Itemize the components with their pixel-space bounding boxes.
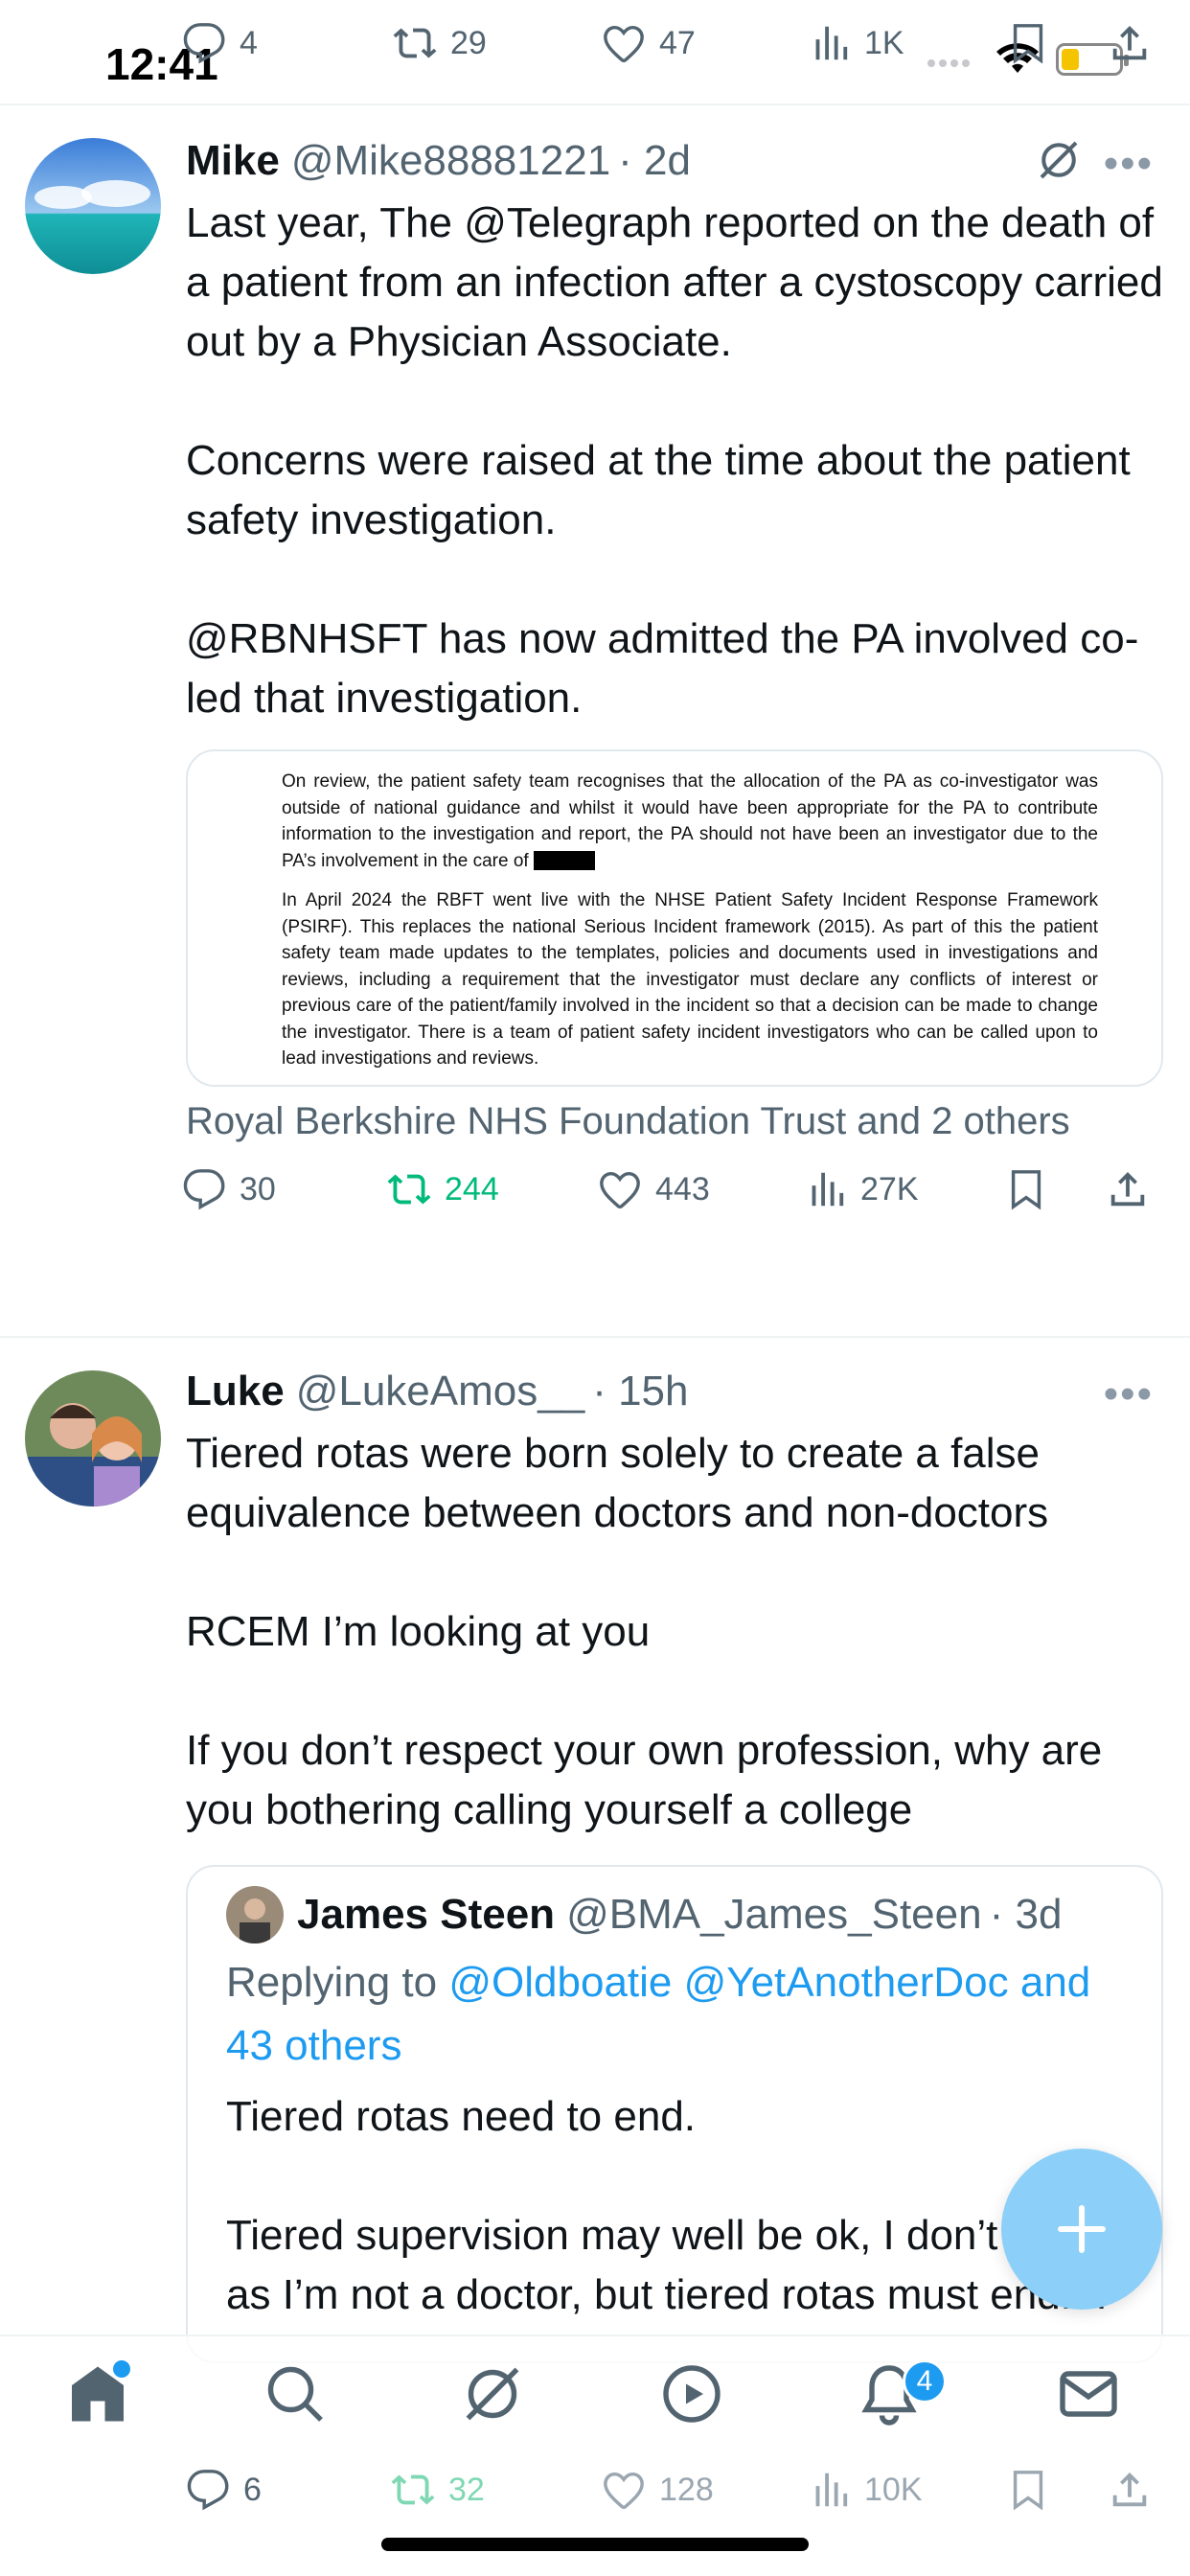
reply-button[interactable]: 30 [182,1167,276,1211]
timestamp[interactable]: · 2d [618,137,691,185]
reply-count: 4 [240,24,258,61]
views-button[interactable]: 1K [807,21,904,65]
like-count: 443 [655,1170,710,1208]
like-count: 128 [659,2471,714,2508]
like-count: 47 [659,24,696,61]
compose-button[interactable] [1001,2149,1162,2310]
home-indicator[interactable] [381,2538,809,2551]
tab-messages[interactable] [1050,2356,1127,2432]
display-name[interactable]: Luke [186,1368,285,1415]
share-button[interactable] [1108,21,1152,65]
bookmark-icon [1013,2471,1043,2511]
repost-count: 29 [450,24,487,61]
repost-icon [387,1174,431,1205]
reply-button[interactable]: 4 [182,21,258,65]
repost-button[interactable]: 244 [387,1167,499,1211]
repost-count: 32 [448,2471,485,2508]
tweet-actions: 6 32 128 10K [182,2468,1169,2525]
views-button[interactable]: 27K [803,1167,919,1211]
bookmark-icon [1013,24,1043,64]
handle[interactable]: @Mike88881221 [291,137,610,185]
reply-icon [183,23,225,64]
avatar[interactable] [25,1370,161,1506]
heart-icon [600,1171,640,1209]
more-options-button[interactable]: ••• [1104,140,1154,188]
tab-video[interactable] [653,2356,730,2432]
document-paragraph: On review, the patient safety team recog… [282,771,1098,871]
grok-icon[interactable] [1033,134,1085,186]
repost-button[interactable]: 32 [391,2468,485,2512]
tagged-accounts[interactable]: Royal Berkshire NHS Foundation Trust and… [186,1100,1163,1143]
share-button[interactable] [1106,1167,1150,1211]
bookmark-button[interactable] [1006,21,1050,65]
bookmark-button[interactable] [1004,1167,1048,1211]
tab-bar [0,2334,1190,2469]
bookmark-button[interactable] [1006,2468,1050,2512]
repost-icon [393,28,437,58]
reply-icon [187,2470,229,2511]
tweet-text: Last year, The @Telegraph reported on th… [186,199,1163,722]
timestamp[interactable]: · 15h [592,1368,688,1415]
heart-icon [604,25,644,63]
more-options-button[interactable]: ••• [1104,1370,1154,1418]
repost-button[interactable]: 29 [393,21,487,65]
repost-count: 244 [445,1170,499,1208]
bookmark-icon [1011,1170,1041,1210]
quoted-tweet[interactable]: James Steen @BMA_James_Steen · 3d Replyi… [186,1865,1163,2363]
quoted-tweet-text: Tiered rotas need to end. Tiered supervi… [226,2093,1108,2318]
reply-button[interactable]: 6 [186,2468,262,2512]
display-name[interactable]: James Steen [297,1891,555,1939]
views-count: 27K [860,1170,919,1208]
plus-icon [1058,2205,1106,2253]
like-button[interactable]: 128 [602,2468,714,2512]
display-name[interactable]: Mike [186,137,280,185]
views-button[interactable]: 10K [807,2468,923,2512]
search-icon [267,2366,323,2422]
views-count: 1K [864,24,904,61]
video-icon [663,2365,721,2423]
tab-search[interactable] [257,2356,333,2432]
views-icon [815,2472,848,2507]
grok-icon [466,2367,519,2421]
reply-count: 30 [240,1170,276,1208]
divider [0,1336,1190,1338]
views-count: 10K [864,2471,923,2508]
messages-icon [1060,2371,1117,2417]
tab-grok[interactable] [454,2356,531,2432]
heart-icon [604,2472,644,2510]
avatar[interactable] [226,1886,284,1944]
unread-dot [113,2360,130,2378]
tweet-text: Tiered rotas were born solely to create … [186,1430,1103,1833]
redaction-bar [533,851,595,871]
previous-tweet-actions: 4 29 47 1K [182,10,1169,77]
handle[interactable]: @LukeAmos__ [296,1368,585,1415]
replying-to: Replying to @Oldboatie @YetAnotherDoc an… [226,1959,1091,2069]
share-button[interactable] [1108,2468,1152,2512]
views-icon [812,1172,844,1207]
document-paragraph: In April 2024 the RBFT went live with th… [282,890,1098,1069]
views-icon [815,26,848,60]
reply-icon [183,1169,225,1210]
handle[interactable]: @BMA_James_Steen [566,1891,982,1939]
notification-badge: 4 [903,2359,947,2404]
repost-icon [391,2474,435,2505]
share-icon [1112,2472,1147,2507]
reply-count: 6 [243,2471,262,2508]
document-image[interactable]: On review, the patient safety team recog… [186,749,1163,1087]
tweet[interactable]: Mike @Mike88881221 · 2d ••• Last year, T… [0,134,1190,1332]
like-button[interactable]: 47 [602,21,696,65]
timestamp[interactable]: · 3d [990,1891,1063,1939]
share-icon [1110,1171,1145,1207]
like-button[interactable]: 443 [598,1167,710,1211]
share-icon [1112,25,1147,60]
avatar[interactable] [25,138,161,274]
divider [0,104,1190,105]
